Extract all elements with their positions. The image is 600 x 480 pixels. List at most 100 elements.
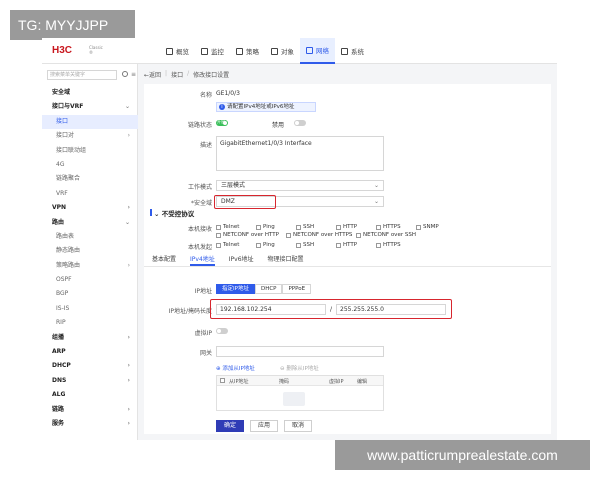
breadcrumb: ←返回 | 接口 / 修改接口设置 <box>144 70 229 79</box>
menu-search-input[interactable]: 搜索菜单关键字 <box>47 70 117 80</box>
disable-toggle[interactable] <box>294 120 306 126</box>
tab-ipv4[interactable]: IPv4地址 <box>190 254 215 266</box>
checkbox-box[interactable] <box>216 224 221 230</box>
protocol-checkbox[interactable]: NETCONF over HTTPS <box>286 232 352 238</box>
main-nav: 概览 监控 策略 对象 网络 系统 <box>160 38 370 64</box>
protocol-checkbox[interactable]: SSH <box>296 242 314 248</box>
mode-static-ip[interactable]: 指定IP地址 <box>216 284 255 294</box>
sidebar-item[interactable]: BGP <box>42 287 138 301</box>
sidebar-item[interactable]: 接口 <box>42 114 138 130</box>
sidebar-item[interactable]: 路由 ⌄ <box>42 216 138 230</box>
add-sub-ip-link[interactable]: ⊕ 添加从IP地址 <box>216 364 255 372</box>
sidebar-item[interactable]: OSPF <box>42 273 138 287</box>
sidebar-item[interactable]: VRF <box>42 187 138 201</box>
sidebar-item[interactable]: VPN › <box>42 201 138 215</box>
checkbox-label: Telnet <box>223 224 240 230</box>
sidebar-item[interactable]: 接口联动组 <box>42 144 138 158</box>
nav-system[interactable]: 系统 <box>335 38 370 64</box>
checkbox-label: SSH <box>303 224 315 230</box>
sidebar-item[interactable]: IS-IS <box>42 302 138 316</box>
sidebar-item[interactable]: DNS › <box>42 374 138 388</box>
zone-highlight-box <box>214 195 276 209</box>
tab-physical[interactable]: 物理接口配置 <box>268 254 304 266</box>
nav-label: 监控 <box>211 48 224 56</box>
nav-label: 策略 <box>246 48 259 56</box>
nav-monitor[interactable]: 监控 <box>195 38 230 64</box>
link-status-label: 链路状态 <box>187 122 212 129</box>
back-link[interactable]: ←返回 <box>144 70 161 79</box>
ok-button[interactable]: 确定 <box>216 420 244 432</box>
watermark-bottom: www.patticrumprealestate.com <box>335 440 590 470</box>
work-mode-select[interactable]: 三层模式 ⌄ <box>216 180 384 191</box>
protocol-checkbox[interactable]: NETCONF over SSH <box>356 232 416 238</box>
sidebar-item[interactable]: 策略路由 › <box>42 259 138 273</box>
nav-object[interactable]: 对象 <box>265 38 300 64</box>
search-icon[interactable] <box>122 71 128 77</box>
delete-sub-ip-link[interactable]: ⊖ 删除从IP地址 <box>280 364 319 372</box>
checkbox-box[interactable] <box>256 224 261 230</box>
protocol-checkbox[interactable]: HTTP <box>336 242 357 248</box>
sidebar-item[interactable]: 静态路由 <box>42 244 138 258</box>
sidebar-item[interactable]: 链路聚合 <box>42 172 138 186</box>
checkbox-box[interactable] <box>356 232 361 238</box>
checkbox-box[interactable] <box>296 242 301 248</box>
protocol-checkbox[interactable]: HTTPS <box>376 242 401 248</box>
checkbox-box[interactable] <box>376 242 381 248</box>
checkbox-box[interactable] <box>336 224 341 230</box>
sidebar-item[interactable]: 服务 › <box>42 417 138 431</box>
sidebar-item[interactable]: ALG <box>42 388 138 402</box>
tab-ipv6[interactable]: IPv6地址 <box>229 254 254 266</box>
sidebar-item-label: OSPF <box>56 276 72 284</box>
checkbox-box[interactable] <box>296 224 301 230</box>
sidebar-item-label: 接口联动组 <box>56 146 87 154</box>
gateway-input[interactable] <box>216 346 384 357</box>
checkbox-box[interactable] <box>286 232 291 238</box>
sidebar-item[interactable]: 接口对 › <box>42 129 138 143</box>
sidebar-item[interactable]: ARP <box>42 345 138 359</box>
sidebar-item-label: 组播 <box>52 333 65 341</box>
security-zone-label: *安全域 <box>190 200 212 207</box>
sidebar-item[interactable]: RIP <box>42 316 138 330</box>
apply-button[interactable]: 应用 <box>250 420 278 432</box>
protocol-checkbox[interactable]: Telnet <box>216 242 239 248</box>
sidebar-item[interactable]: 接口与VRF ⌄ <box>42 100 138 114</box>
checkbox-box[interactable] <box>256 242 261 248</box>
chevron-icon: › <box>127 261 130 269</box>
protocol-checkbox[interactable]: HTTP <box>336 224 357 230</box>
checkbox-label: NETCONF over HTTPS <box>293 232 353 238</box>
nav-policy[interactable]: 策略 <box>230 38 265 64</box>
protocol-checkbox[interactable]: NETCONF over HTTP <box>216 232 279 238</box>
sidebar-item[interactable]: 组播 › <box>42 331 138 345</box>
sidebar-item[interactable]: 路由表 <box>42 230 138 244</box>
sidebar-item[interactable]: DHCP › <box>42 359 138 373</box>
nav-overview[interactable]: 概览 <box>160 38 195 64</box>
protocol-checkbox[interactable]: HTTPS <box>376 224 401 230</box>
protocol-checkbox[interactable]: Ping <box>256 242 275 248</box>
local-initiate-label: 本机发起 <box>187 244 212 251</box>
protocol-checkbox[interactable]: SNMP <box>416 224 439 230</box>
select-all-checkbox[interactable] <box>220 378 225 383</box>
sidebar-item[interactable]: 安全域 <box>42 86 138 100</box>
sidebar-item[interactable]: 4G <box>42 158 138 172</box>
virtual-ip-toggle[interactable] <box>216 328 228 334</box>
mode-pppoe[interactable]: PPPoE <box>282 284 312 294</box>
app-window: H3C Classic ® 概览 监控 策略 对象 网络 系统 搜索菜单关键字 … <box>42 38 557 440</box>
protocol-checkbox[interactable]: Ping <box>256 224 275 230</box>
description-textarea[interactable]: GigabitEthernet1/0/3 Interface <box>216 136 384 171</box>
checkbox-box[interactable] <box>336 242 341 248</box>
cancel-button[interactable]: 取消 <box>284 420 312 432</box>
brand-sub2: ® <box>89 50 93 55</box>
protocol-checkbox[interactable]: Telnet <box>216 224 239 230</box>
breadcrumb-interface[interactable]: 接口 <box>171 70 183 79</box>
tab-basic[interactable]: 基本配置 <box>152 254 176 266</box>
sidebar-item[interactable]: 链路 › <box>42 403 138 417</box>
checkbox-box[interactable] <box>216 232 221 238</box>
protocol-checkbox[interactable]: SSH <box>296 224 314 230</box>
checkbox-box[interactable] <box>376 224 381 230</box>
checkbox-box[interactable] <box>216 242 221 248</box>
checkbox-box[interactable] <box>416 224 421 230</box>
nav-label: 概览 <box>176 48 189 56</box>
mode-dhcp[interactable]: DHCP <box>254 284 283 294</box>
nav-network[interactable]: 网络 <box>300 38 335 64</box>
collapse-menu-icon[interactable]: ≡ <box>131 71 136 78</box>
